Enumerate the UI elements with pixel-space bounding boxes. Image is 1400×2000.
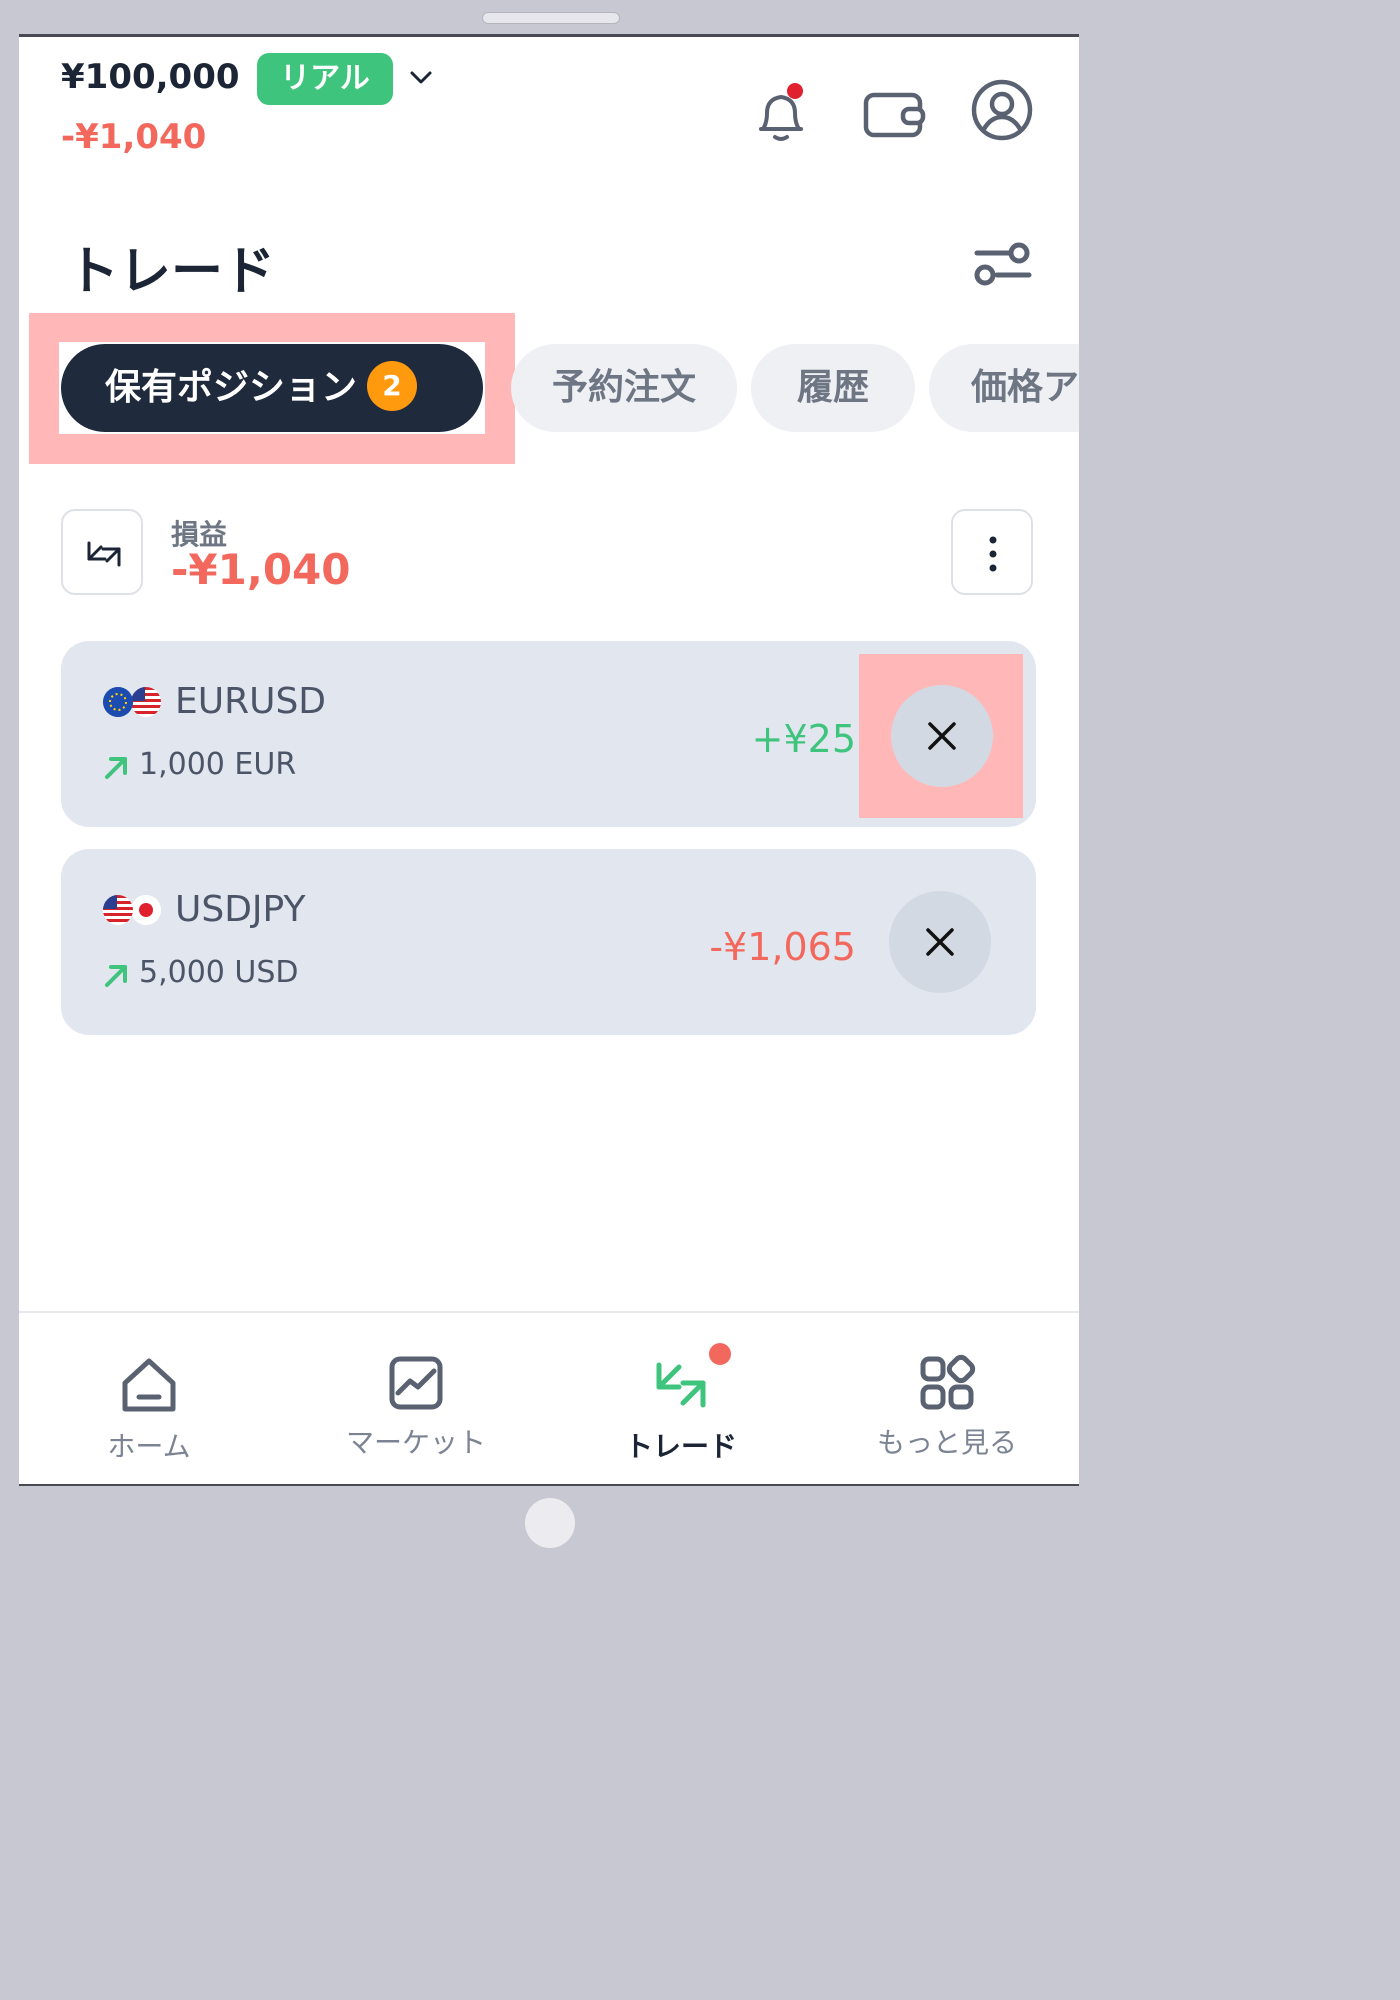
device-speaker [482, 12, 620, 24]
nav-market[interactable]: マーケット [306, 1353, 526, 1461]
more-vertical-icon [989, 536, 997, 572]
close-position-button[interactable] [889, 891, 991, 993]
close-icon [926, 928, 954, 956]
swap-button[interactable] [61, 509, 143, 595]
nav-more[interactable]: もっと見る [837, 1353, 1057, 1461]
position-pnl: +¥25 [751, 717, 856, 761]
position-symbol: USDJPY [175, 889, 306, 930]
position-card[interactable]: USDJPY 5,000 USD -¥1,065 [61, 849, 1036, 1035]
home-icon [122, 1358, 176, 1412]
position-pnl: -¥1,065 [709, 925, 856, 969]
tab-history[interactable]: 履歴 [751, 344, 915, 432]
us-flag-icon [103, 895, 133, 925]
nav-trade[interactable]: トレード [571, 1343, 791, 1465]
nav-label: ホーム [107, 1430, 191, 1463]
close-position-button[interactable] [891, 685, 993, 787]
chart-icon [389, 1356, 443, 1410]
buy-arrow-icon [105, 965, 127, 987]
account-type-badge[interactable]: リアル [257, 53, 393, 105]
us-flag-icon [131, 687, 161, 717]
header-pnl: -¥1,040 [61, 117, 207, 157]
trade-arrows-icon [656, 1362, 706, 1408]
swap-arrows-icon [87, 541, 121, 567]
page-title: トレード [67, 242, 276, 302]
position-symbol: EURUSD [175, 681, 327, 722]
bell-icon[interactable] [749, 81, 815, 147]
nav-label: もっと見る [876, 1426, 1017, 1459]
wallet-icon[interactable] [859, 81, 927, 149]
eu-flag-icon [103, 687, 133, 717]
jp-flag-icon [131, 895, 161, 925]
app-screen: ¥100,000 リアル -¥1,040 トレード 保有ポジション 2 予約注文… [19, 34, 1079, 1486]
tab-open-positions[interactable]: 保有ポジション 2 [61, 344, 483, 432]
position-quantity: 1,000 EUR [139, 747, 297, 782]
nav-label: マーケット [345, 1426, 486, 1459]
positions-count-badge: 2 [367, 361, 418, 411]
close-icon [928, 722, 956, 750]
tab-pending-orders[interactable]: 予約注文 [511, 344, 737, 432]
chevron-down-icon[interactable] [407, 67, 435, 89]
total-pnl: -¥1,040 [171, 545, 351, 594]
nav-label: トレード [624, 1430, 737, 1463]
position-quantity: 5,000 USD [139, 955, 299, 990]
tab-price-alerts[interactable]: 価格ア [929, 344, 1079, 432]
device-home-button[interactable] [525, 1498, 575, 1548]
bottom-navigation: ホーム マーケット トレード もっと見る [19, 1311, 1079, 1484]
buy-arrow-icon [105, 757, 127, 779]
account-balance: ¥100,000 [61, 57, 240, 97]
sliders-icon[interactable] [973, 239, 1033, 289]
tab-label: 保有ポジション [105, 367, 358, 408]
user-icon[interactable] [969, 77, 1035, 143]
notification-dot [709, 1343, 731, 1365]
device-frame: ¥100,000 リアル -¥1,040 トレード 保有ポジション 2 予約注文… [0, 0, 1098, 1568]
grid-icon [920, 1354, 976, 1410]
more-options-button[interactable] [951, 509, 1033, 595]
nav-home[interactable]: ホーム [39, 1353, 259, 1465]
